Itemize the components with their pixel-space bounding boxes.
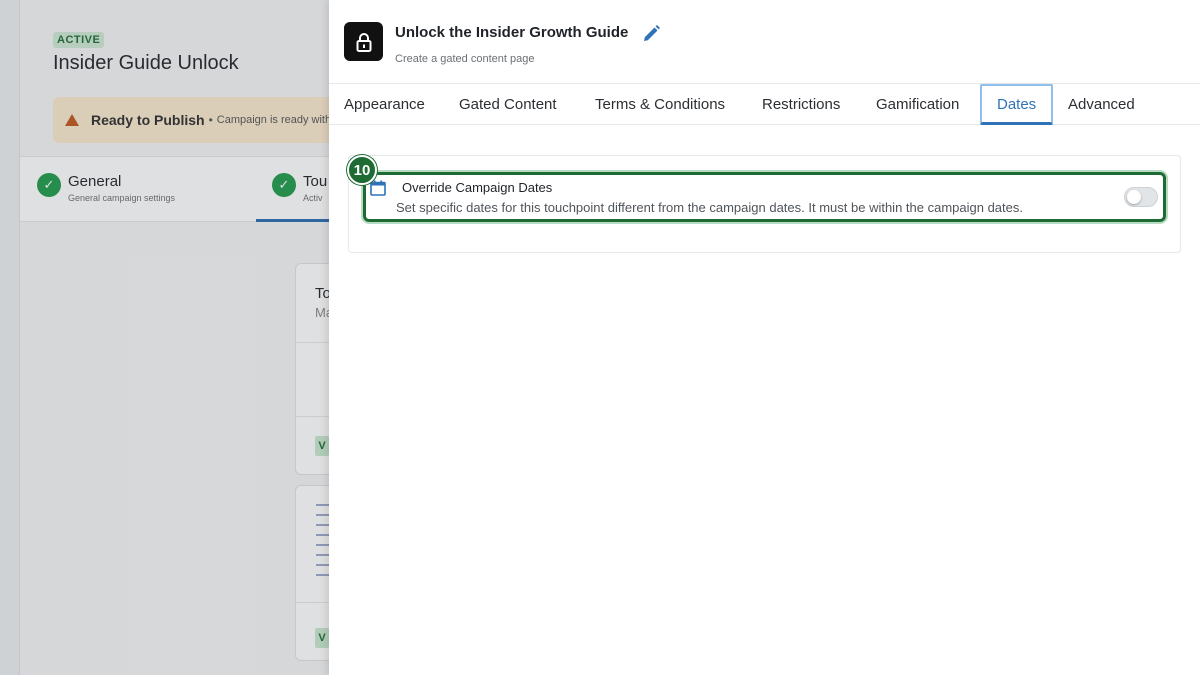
tab-dates[interactable]: Dates — [980, 84, 1054, 125]
override-dates-toggle[interactable] — [1124, 187, 1158, 207]
override-campaign-dates-row[interactable]: Override Campaign Dates Set specific dat… — [363, 172, 1166, 222]
calendar-icon — [370, 180, 386, 196]
tab-terms-conditions[interactable]: Terms & Conditions — [595, 84, 725, 125]
drawer-subtitle: Create a gated content page — [395, 53, 535, 65]
toggle-knob — [1127, 190, 1141, 204]
override-title: Override Campaign Dates — [402, 180, 553, 195]
tab-bar: Appearance Gated Content Terms & Conditi… — [329, 84, 1200, 125]
tab-advanced[interactable]: Advanced — [1068, 84, 1135, 125]
tab-gated-content[interactable]: Gated Content — [459, 84, 557, 125]
tab-restrictions[interactable]: Restrictions — [762, 84, 840, 125]
step-marker-badge: 10 — [347, 155, 377, 185]
touchpoint-drawer: Unlock the Insider Growth Guide Create a… — [329, 0, 1200, 675]
pencil-icon[interactable] — [641, 24, 661, 44]
dates-section: Override Campaign Dates Set specific dat… — [348, 155, 1181, 253]
drawer-title: Unlock the Insider Growth Guide — [395, 24, 629, 41]
lock-icon — [344, 22, 383, 61]
tab-gamification[interactable]: Gamification — [876, 84, 959, 125]
drawer-header: Unlock the Insider Growth Guide Create a… — [329, 0, 1200, 84]
tab-appearance[interactable]: Appearance — [344, 84, 425, 125]
override-description: Set specific dates for this touchpoint d… — [396, 200, 1023, 215]
